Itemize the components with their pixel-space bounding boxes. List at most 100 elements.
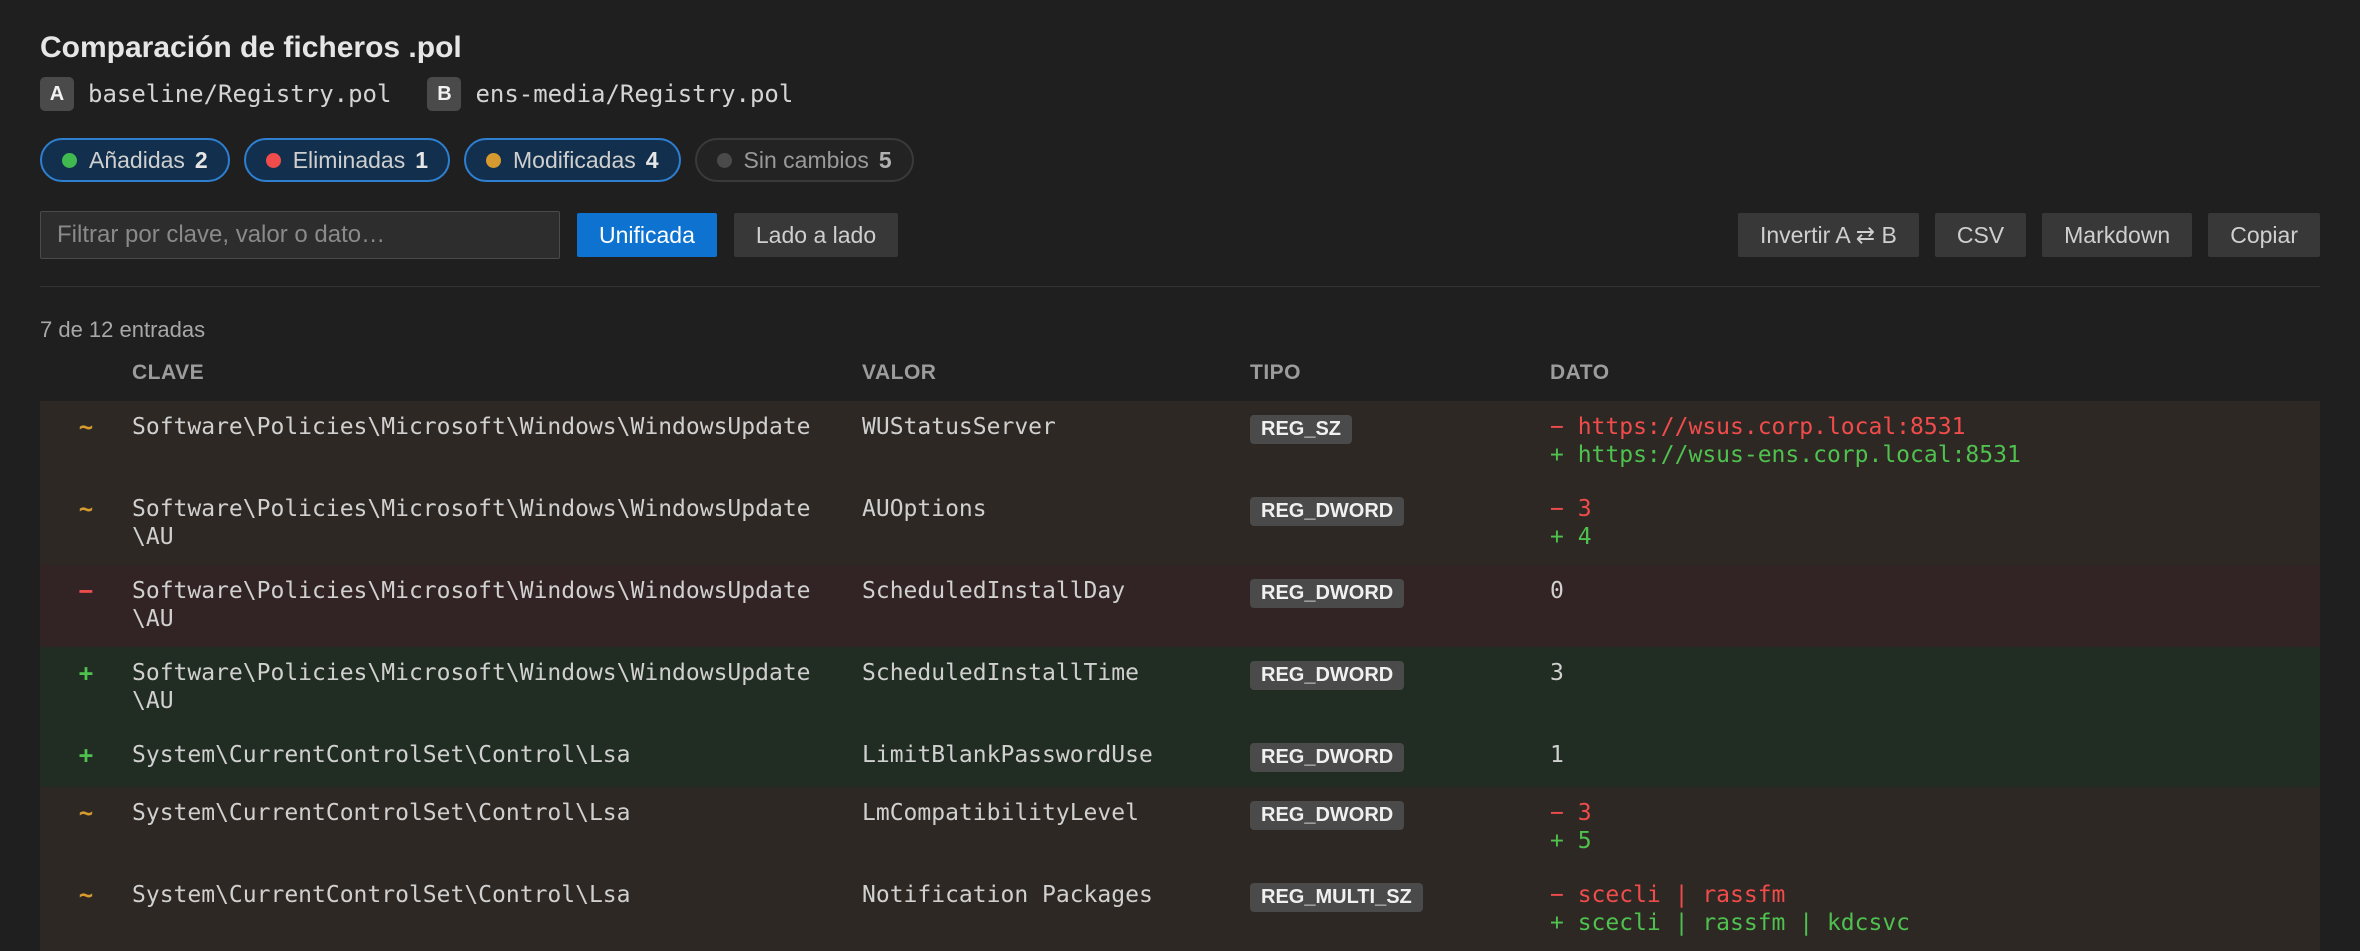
modified-icon: ~: [78, 413, 94, 441]
row-value: AUOptions: [862, 496, 987, 522]
modified-dot-icon: [486, 152, 502, 168]
file-b-path: ens-media/Registry.pol: [475, 80, 794, 108]
added-dot-icon: [62, 152, 77, 168]
row-data: − scecli | rassfm + scecli | rassfm | kd…: [1550, 881, 2320, 937]
entry-count: 7 de 12 entradas: [40, 317, 206, 342]
row-key: Software\Policies\Microsoft\Windows\Wind…: [132, 660, 811, 714]
row-data: 3: [1550, 660, 1564, 686]
toolbar: Unificada Lado a lado Invertir A ⇄ B CSV…: [40, 210, 2320, 260]
file-a: A baseline/Registry.pol: [40, 77, 391, 111]
row-value: ScheduledInstallDay: [862, 578, 1126, 604]
column-type: TIPO: [1250, 361, 1302, 384]
chip-label: Modificadas: [513, 146, 636, 173]
added-icon: +: [78, 659, 94, 687]
chip-label: Sin cambios: [743, 146, 869, 173]
type-badge: REG_DWORD: [1250, 743, 1405, 772]
file-b: B ens-media/Registry.pol: [427, 77, 793, 111]
row-key: System\CurrentControlSet\Control\Lsa: [132, 742, 631, 768]
chip-unchanged[interactable]: Sin cambios 5: [694, 138, 914, 182]
type-badge: REG_DWORD: [1250, 579, 1405, 608]
markdown-button[interactable]: Markdown: [2042, 213, 2193, 257]
row-type-cell: REG_MULTI_SZ: [1250, 881, 1550, 912]
file-pair: A baseline/Registry.pol B ens-media/Regi…: [40, 76, 2320, 112]
modified-icon: ~: [78, 881, 94, 909]
old-data: − 3: [1550, 496, 1592, 522]
chip-label: Eliminadas: [292, 146, 406, 173]
modified-icon: ~: [78, 799, 94, 827]
old-data: − https://wsus.corp.local:8531: [1550, 414, 1966, 440]
row-type-cell: REG_DWORD: [1250, 799, 1550, 830]
old-data: − 3: [1550, 800, 1592, 826]
new-data: + 4: [1550, 524, 1592, 550]
row-value: LimitBlankPasswordUse: [862, 742, 1153, 768]
modified-icon: ~: [78, 495, 94, 523]
row-data: − 3 + 5: [1550, 799, 2320, 855]
view-side-by-side-button[interactable]: Lado a lado: [733, 213, 899, 257]
row-value: ScheduledInstallTime: [862, 660, 1139, 686]
old-data: − scecli | rassfm: [1550, 882, 1786, 908]
invert-button[interactable]: Invertir A ⇄ B: [1737, 213, 1919, 257]
new-data: + https://wsus-ens.corp.local:8531: [1550, 442, 2021, 468]
new-data: + scecli | rassfm | kdcsvc: [1550, 910, 1911, 936]
row-type-cell: REG_DWORD: [1250, 577, 1550, 608]
row-type-cell: REG_SZ: [1250, 413, 1550, 444]
new-data: + 5: [1550, 828, 1592, 854]
row-value: WUStatusServer: [862, 414, 1056, 440]
column-key: CLAVE: [132, 361, 205, 384]
row-key: Software\Policies\Microsoft\Windows\Wind…: [132, 414, 811, 440]
row-key: System\CurrentControlSet\Control\Lsa: [132, 800, 631, 826]
file-b-badge: B: [427, 77, 462, 111]
diff-viewer: Comparación de ficheros .pol A baseline/…: [0, 0, 2360, 951]
row-data: − https://wsus.corp.local:8531 + https:/…: [1550, 413, 2320, 469]
divider: [40, 286, 2320, 287]
type-badge: REG_DWORD: [1250, 801, 1405, 830]
file-a-badge: A: [40, 77, 74, 111]
table-row[interactable]: ~ Software\Policies\Microsoft\Windows\Wi…: [40, 483, 2320, 565]
table-row[interactable]: + Software\Policies\Microsoft\Windows\Wi…: [40, 647, 2320, 729]
row-key: Software\Policies\Microsoft\Windows\Wind…: [132, 496, 811, 550]
row-value: Notification Packages: [862, 882, 1153, 908]
table-row[interactable]: ~ System\CurrentControlSet\Control\Lsa L…: [40, 787, 2320, 869]
table-row[interactable]: + System\CurrentControlSet\Control\Lsa L…: [40, 729, 2320, 787]
diff-table: ~ Software\Policies\Microsoft\Windows\Wi…: [40, 401, 2320, 951]
row-data: 1: [1550, 742, 1564, 768]
table-row[interactable]: − Software\Policies\Microsoft\Windows\Wi…: [40, 565, 2320, 647]
row-key: System\CurrentControlSet\Control\Lsa: [132, 882, 631, 908]
row-value: LmCompatibilityLevel: [862, 800, 1139, 826]
unchanged-dot-icon: [716, 152, 732, 168]
removed-dot-icon: [265, 152, 281, 168]
column-data: DATO: [1550, 361, 1610, 384]
chip-label: Añadidas: [89, 146, 185, 173]
column-value: VALOR: [862, 361, 937, 384]
type-badge: REG_DWORD: [1250, 497, 1405, 526]
row-key: Software\Policies\Microsoft\Windows\Wind…: [132, 578, 811, 632]
file-a-path: baseline/Registry.pol: [88, 80, 392, 108]
chip-removed[interactable]: Eliminadas 1: [243, 138, 451, 182]
status-filter-chips: Añadidas 2 Eliminadas 1 Modificadas 4 Si…: [40, 138, 2320, 182]
type-badge: REG_DWORD: [1250, 661, 1405, 690]
removed-icon: −: [78, 577, 94, 605]
added-icon: +: [78, 741, 94, 769]
row-type-cell: REG_DWORD: [1250, 659, 1550, 690]
chip-count: 5: [878, 146, 892, 173]
table-row[interactable]: ~ Software\Policies\Microsoft\Windows\Wi…: [40, 401, 2320, 483]
export-actions: Invertir A ⇄ B CSV Markdown Copiar: [1722, 213, 2320, 257]
page-title: Comparación de ficheros .pol: [40, 31, 462, 64]
row-data: − 3 + 4: [1550, 495, 2320, 551]
row-data: 0: [1550, 578, 1564, 604]
chip-count: 1: [415, 146, 429, 173]
type-badge: REG_MULTI_SZ: [1250, 883, 1423, 912]
table-header: CLAVE VALOR TIPO DATO: [40, 355, 2320, 391]
row-type-cell: REG_DWORD: [1250, 495, 1550, 526]
chip-added[interactable]: Añadidas 2: [40, 138, 230, 182]
filter-input[interactable]: [40, 211, 560, 259]
type-badge: REG_SZ: [1250, 415, 1353, 444]
row-type-cell: REG_DWORD: [1250, 741, 1550, 772]
copy-button[interactable]: Copiar: [2208, 213, 2320, 257]
view-unified-button[interactable]: Unificada: [577, 213, 717, 257]
table-row[interactable]: ~ System\CurrentControlSet\Control\Lsa N…: [40, 869, 2320, 951]
chip-modified[interactable]: Modificadas 4: [464, 138, 681, 182]
csv-button[interactable]: CSV: [1934, 213, 2027, 257]
chip-count: 4: [645, 146, 659, 173]
chip-count: 2: [194, 146, 208, 173]
